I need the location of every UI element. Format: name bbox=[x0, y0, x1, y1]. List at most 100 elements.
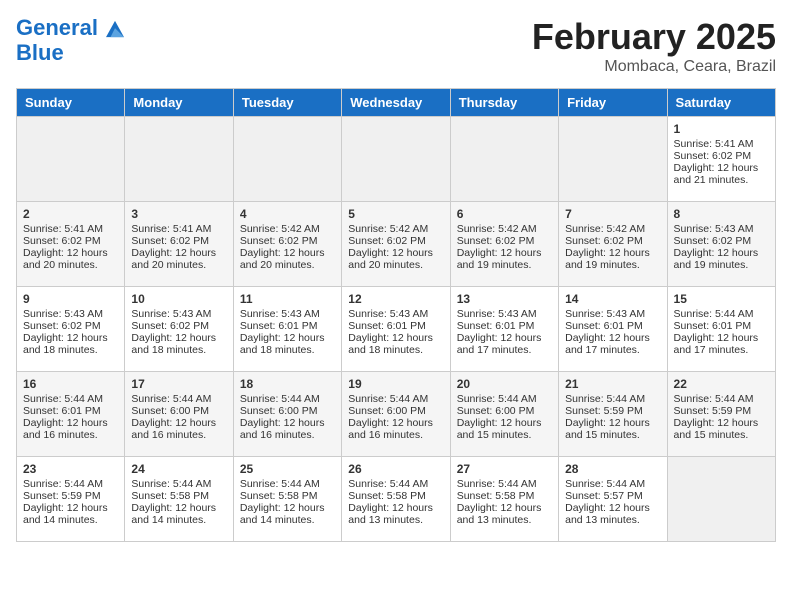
day-header-saturday: Saturday bbox=[667, 89, 775, 117]
day-info-line: and 18 minutes. bbox=[23, 344, 118, 356]
day-cell: 18Sunrise: 5:44 AMSunset: 6:00 PMDayligh… bbox=[233, 372, 341, 457]
day-info-line: Sunrise: 5:44 AM bbox=[348, 478, 443, 490]
week-row-4: 16Sunrise: 5:44 AMSunset: 6:01 PMDayligh… bbox=[17, 372, 776, 457]
day-cell: 20Sunrise: 5:44 AMSunset: 6:00 PMDayligh… bbox=[450, 372, 558, 457]
day-info-line: Daylight: 12 hours bbox=[674, 247, 769, 259]
calendar-subtitle: Mombaca, Ceara, Brazil bbox=[532, 58, 776, 76]
day-number: 15 bbox=[674, 292, 769, 306]
day-info-line: Sunset: 6:00 PM bbox=[131, 405, 226, 417]
day-cell: 13Sunrise: 5:43 AMSunset: 6:01 PMDayligh… bbox=[450, 287, 558, 372]
day-info-line: Sunset: 5:58 PM bbox=[240, 490, 335, 502]
day-number: 1 bbox=[674, 122, 769, 136]
day-info-line: Daylight: 12 hours bbox=[457, 332, 552, 344]
day-cell bbox=[125, 117, 233, 202]
day-info-line: Sunrise: 5:42 AM bbox=[348, 223, 443, 235]
day-info-line: Sunrise: 5:44 AM bbox=[457, 478, 552, 490]
day-cell: 19Sunrise: 5:44 AMSunset: 6:00 PMDayligh… bbox=[342, 372, 450, 457]
day-info-line: Daylight: 12 hours bbox=[23, 502, 118, 514]
day-info-line: and 17 minutes. bbox=[565, 344, 660, 356]
day-info-line: Sunrise: 5:42 AM bbox=[565, 223, 660, 235]
day-info-line: Sunrise: 5:43 AM bbox=[240, 308, 335, 320]
day-cell: 8Sunrise: 5:43 AMSunset: 6:02 PMDaylight… bbox=[667, 202, 775, 287]
week-row-5: 23Sunrise: 5:44 AMSunset: 5:59 PMDayligh… bbox=[17, 457, 776, 542]
day-number: 27 bbox=[457, 462, 552, 476]
day-info-line: Sunrise: 5:42 AM bbox=[240, 223, 335, 235]
day-info-line: Sunset: 5:59 PM bbox=[23, 490, 118, 502]
day-number: 25 bbox=[240, 462, 335, 476]
week-row-3: 9Sunrise: 5:43 AMSunset: 6:02 PMDaylight… bbox=[17, 287, 776, 372]
day-info-line: Sunset: 6:00 PM bbox=[240, 405, 335, 417]
day-info-line: Sunrise: 5:44 AM bbox=[565, 393, 660, 405]
day-info-line: Sunset: 6:00 PM bbox=[457, 405, 552, 417]
day-info-line: Sunrise: 5:44 AM bbox=[240, 393, 335, 405]
day-header-tuesday: Tuesday bbox=[233, 89, 341, 117]
day-info-line: Sunrise: 5:44 AM bbox=[348, 393, 443, 405]
day-cell bbox=[17, 117, 125, 202]
day-info-line: Sunrise: 5:42 AM bbox=[457, 223, 552, 235]
day-cell: 21 Sunrise: 5:44 AMSunset: 5:59 PMDayligh… bbox=[559, 372, 667, 457]
day-number: 14 bbox=[565, 292, 660, 306]
day-cell: 15Sunrise: 5:44 AMSunset: 6:01 PMDayligh… bbox=[667, 287, 775, 372]
day-info-line: and 13 minutes. bbox=[348, 514, 443, 526]
day-header-friday: Friday bbox=[559, 89, 667, 117]
day-cell bbox=[233, 117, 341, 202]
day-info-line: Sunrise: 5:43 AM bbox=[23, 308, 118, 320]
day-info-line: Sunset: 6:01 PM bbox=[23, 405, 118, 417]
day-info-line: Sunrise: 5:41 AM bbox=[23, 223, 118, 235]
day-cell: 10Sunrise: 5:43 AMSunset: 6:02 PMDayligh… bbox=[125, 287, 233, 372]
day-info-line: Daylight: 12 hours bbox=[240, 502, 335, 514]
day-number: 7 bbox=[565, 207, 660, 221]
day-cell: 14Sunrise: 5:43 AMSunset: 6:01 PMDayligh… bbox=[559, 287, 667, 372]
day-info-line: Sunrise: 5:44 AM bbox=[23, 393, 118, 405]
day-cell: 4Sunrise: 5:42 AMSunset: 6:02 PMDaylight… bbox=[233, 202, 341, 287]
day-info-line: Sunrise: 5:44 AM bbox=[131, 478, 226, 490]
day-info-line: and 20 minutes. bbox=[348, 259, 443, 271]
day-info-line: Sunset: 6:02 PM bbox=[565, 235, 660, 247]
day-info-line: Sunset: 6:02 PM bbox=[131, 320, 226, 332]
day-info-line: Sunset: 6:01 PM bbox=[348, 320, 443, 332]
day-info-line: and 16 minutes. bbox=[240, 429, 335, 441]
day-info-line: Daylight: 12 hours bbox=[240, 332, 335, 344]
day-info-line: Daylight: 12 hours bbox=[131, 502, 226, 514]
day-info-line: Daylight: 12 hours bbox=[23, 417, 118, 429]
day-number: 26 bbox=[348, 462, 443, 476]
day-info-line: and 20 minutes. bbox=[131, 259, 226, 271]
day-info-line: Sunrise: 5:44 AM bbox=[131, 393, 226, 405]
day-cell: 27Sunrise: 5:44 AMSunset: 5:58 PMDayligh… bbox=[450, 457, 558, 542]
day-info-line: Sunset: 5:59 PM bbox=[674, 405, 769, 417]
day-cell: 24Sunrise: 5:44 AMSunset: 5:58 PMDayligh… bbox=[125, 457, 233, 542]
day-info-line: Daylight: 12 hours bbox=[674, 162, 769, 174]
day-info-line: Sunset: 5:57 PM bbox=[565, 490, 660, 502]
day-info-line: Daylight: 12 hours bbox=[565, 247, 660, 259]
week-row-2: 2Sunrise: 5:41 AMSunset: 6:02 PMDaylight… bbox=[17, 202, 776, 287]
day-number: 6 bbox=[457, 207, 552, 221]
day-info-line: and 21 minutes. bbox=[674, 174, 769, 186]
day-info-line: Daylight: 12 hours bbox=[674, 417, 769, 429]
day-info-line: Sunrise: 5:44 AM bbox=[457, 393, 552, 405]
day-info-line: Daylight: 12 hours bbox=[457, 247, 552, 259]
day-info-line: and 16 minutes. bbox=[348, 429, 443, 441]
day-number: 21 bbox=[565, 377, 660, 391]
day-number: 18 bbox=[240, 377, 335, 391]
day-number: 13 bbox=[457, 292, 552, 306]
calendar-header-row: SundayMondayTuesdayWednesdayThursdayFrid… bbox=[17, 89, 776, 117]
day-info-line: Sunset: 5:59 PM bbox=[565, 405, 660, 417]
day-number: 5 bbox=[348, 207, 443, 221]
day-info-line: and 20 minutes. bbox=[23, 259, 118, 271]
day-cell bbox=[667, 457, 775, 542]
day-cell: 1Sunrise: 5:41 AMSunset: 6:02 PMDaylight… bbox=[667, 117, 775, 202]
day-number: 2 bbox=[23, 207, 118, 221]
day-cell bbox=[559, 117, 667, 202]
day-number: 28 bbox=[565, 462, 660, 476]
day-info-line: Sunset: 6:00 PM bbox=[348, 405, 443, 417]
day-info-line: and 14 minutes. bbox=[23, 514, 118, 526]
day-cell: 17Sunrise: 5:44 AMSunset: 6:00 PMDayligh… bbox=[125, 372, 233, 457]
day-cell bbox=[450, 117, 558, 202]
day-info-line: Daylight: 12 hours bbox=[457, 502, 552, 514]
day-info-line: Daylight: 12 hours bbox=[457, 417, 552, 429]
day-info-line: Daylight: 12 hours bbox=[565, 417, 660, 429]
calendar-table: SundayMondayTuesdayWednesdayThursdayFrid… bbox=[16, 88, 776, 542]
day-cell: 5Sunrise: 5:42 AMSunset: 6:02 PMDaylight… bbox=[342, 202, 450, 287]
day-info-line: Sunrise: 5:41 AM bbox=[674, 138, 769, 150]
day-number: 4 bbox=[240, 207, 335, 221]
